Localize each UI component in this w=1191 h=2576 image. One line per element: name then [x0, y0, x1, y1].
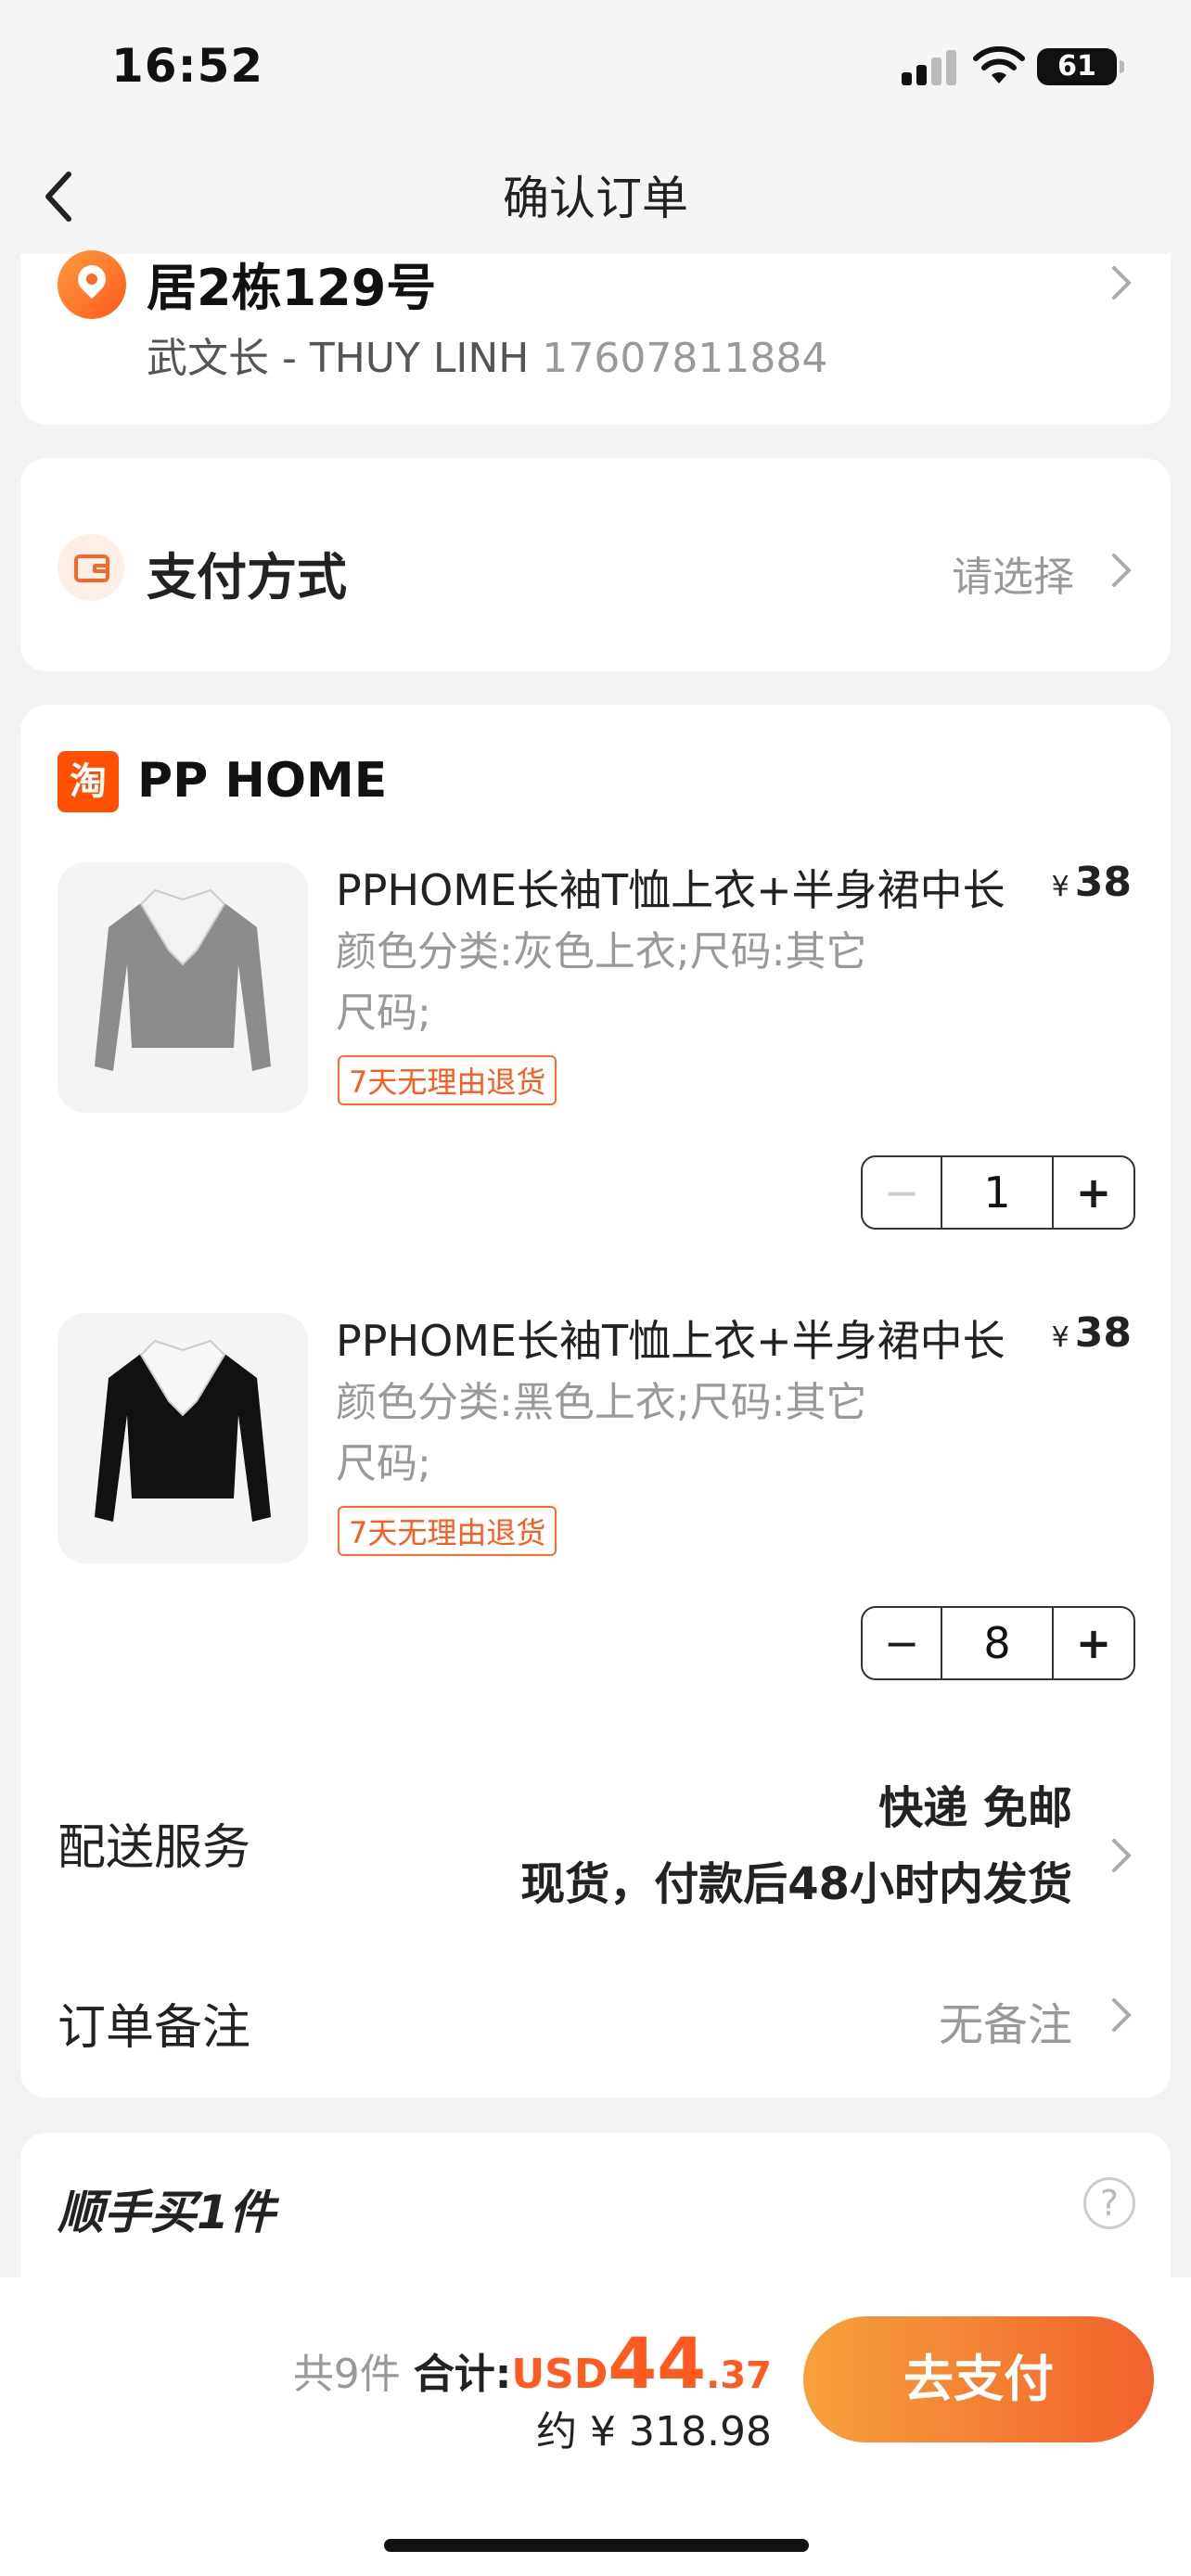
shipping-eta[interactable]: 现货，付款后48小时内发货	[520, 1847, 1072, 1912]
address-line: 居2栋129号	[147, 259, 437, 317]
order-note-value[interactable]: 无备注	[939, 1988, 1072, 2053]
shipping-label: 配送服务	[58, 1820, 251, 1876]
taobao-logo-icon: 淘	[58, 751, 119, 812]
order-summary: 共9件 合计:USD44.37	[293, 2322, 772, 2404]
chevron-right-icon	[1112, 266, 1132, 300]
address-card[interactable]: 居2栋129号 武文长 - THUY LINH 17607811884	[20, 250, 1171, 425]
help-icon[interactable]: ?	[1083, 2177, 1135, 2229]
payment-method-row[interactable]: 支付方式 请选择	[20, 458, 1171, 671]
quantity-stepper: − 1 +	[861, 1155, 1135, 1230]
contact-phone: 17607811884	[542, 335, 828, 382]
product-spec: 颜色分类:黑色上衣;尺码:其它 尺码;	[336, 1379, 867, 1487]
shipping-method[interactable]: 快递 免邮	[878, 1771, 1072, 1836]
return-policy-tag: 7天无理由退货	[338, 1055, 557, 1105]
page-title: 确认订单	[503, 172, 688, 225]
address-contact: 武文长 - THUY LINH 17607811884	[147, 325, 827, 384]
product-title: PPHOME长袖T恤上衣+半身裙中长	[336, 865, 1005, 915]
product-image-black-top[interactable]	[58, 1313, 308, 1563]
battery-icon: 61	[1037, 48, 1124, 85]
product-title: PPHOME长袖T恤上衣+半身裙中长	[336, 1316, 1005, 1366]
wallet-icon	[58, 534, 124, 601]
signal-icon	[902, 48, 957, 85]
total-currency: USD	[511, 2351, 608, 2398]
total-amount-int: 44	[608, 2322, 707, 2404]
order-note-label: 订单备注	[58, 2000, 251, 2056]
product-image-gray-top[interactable]	[58, 862, 308, 1113]
decrement-button[interactable]: −	[863, 1608, 942, 1678]
decrement-button[interactable]: −	[863, 1157, 942, 1228]
contact-name: 武文长 - THUY LINH	[147, 335, 530, 382]
increment-button[interactable]: +	[1054, 1608, 1133, 1678]
quantity-stepper: − 8 +	[861, 1606, 1135, 1680]
total-amount-dec: .37	[706, 2354, 772, 2397]
return-policy-tag: 7天无理由退货	[338, 1506, 557, 1556]
shop-order-card: 淘 PP HOME PPHOME长袖T恤上衣+半身裙中长 ¥38 颜色分类:灰色…	[20, 705, 1171, 2098]
quantity-value[interactable]: 1	[942, 1157, 1054, 1228]
pay-button[interactable]: 去支付	[803, 2316, 1154, 2442]
quantity-value[interactable]: 8	[942, 1608, 1054, 1678]
chevron-right-icon	[1112, 1839, 1132, 1872]
add-on-title: 顺手买1件	[58, 2186, 275, 2239]
home-indicator[interactable]	[384, 2539, 809, 2552]
chevron-right-icon	[1112, 1998, 1132, 2032]
approx-cny-total: 约 ¥ 318.98	[536, 2408, 772, 2455]
product-spec: 颜色分类:灰色上衣;尺码:其它 尺码;	[336, 928, 867, 1037]
item-count: 共9件	[292, 2351, 401, 2398]
increment-button[interactable]: +	[1054, 1157, 1133, 1228]
chevron-right-icon	[1112, 554, 1132, 587]
product-price: ¥38	[1051, 1309, 1132, 1357]
product-price: ¥38	[1051, 859, 1132, 906]
status-bar: 16:52 61	[0, 0, 1191, 139]
location-pin-icon	[58, 250, 126, 319]
payment-method-label: 支付方式	[147, 548, 347, 606]
status-time: 16:52	[111, 39, 264, 93]
shop-name: PP HOME	[137, 753, 388, 809]
nav-bar: 确认订单	[0, 139, 1191, 254]
total-label: 合计:	[413, 2351, 512, 2398]
payment-method-placeholder: 请选择	[952, 554, 1074, 601]
wifi-icon	[973, 46, 1025, 83]
checkout-bar: 共9件 合计:USD44.37 约 ¥ 318.98 去支付	[0, 2277, 1191, 2576]
